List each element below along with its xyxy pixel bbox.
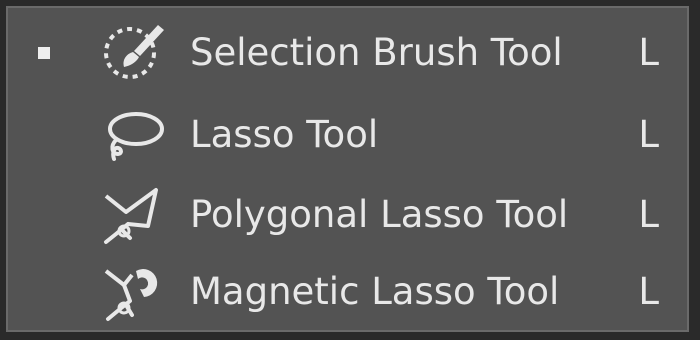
menu-item-label: Selection Brush Tool <box>190 31 563 74</box>
menu-item-label: Polygonal Lasso Tool <box>190 193 569 236</box>
menu-item-polygonal-lasso-tool[interactable]: Polygonal Lasso Tool L <box>8 176 687 254</box>
tool-flyout-menu: Selection Brush Tool L Lasso Tool L Poly… <box>6 6 689 332</box>
menu-item-magnetic-lasso-tool[interactable]: Magnetic Lasso Tool L <box>8 253 687 331</box>
menu-item-label: Magnetic Lasso Tool <box>190 270 560 313</box>
menu-item-lasso-tool[interactable]: Lasso Tool L <box>8 96 687 174</box>
shortcut-key: L <box>638 31 659 74</box>
shortcut-key: L <box>638 193 659 236</box>
menu-item-selection-brush-tool[interactable]: Selection Brush Tool L <box>8 14 687 92</box>
selection-brush-icon <box>100 22 172 84</box>
lasso-icon <box>100 104 172 166</box>
shortcut-key: L <box>638 113 659 156</box>
shortcut-key: L <box>638 270 659 313</box>
menu-item-label: Lasso Tool <box>190 113 379 156</box>
magnetic-lasso-icon <box>100 261 172 323</box>
polygonal-lasso-icon <box>100 184 172 246</box>
selected-tool-marker <box>38 47 50 59</box>
